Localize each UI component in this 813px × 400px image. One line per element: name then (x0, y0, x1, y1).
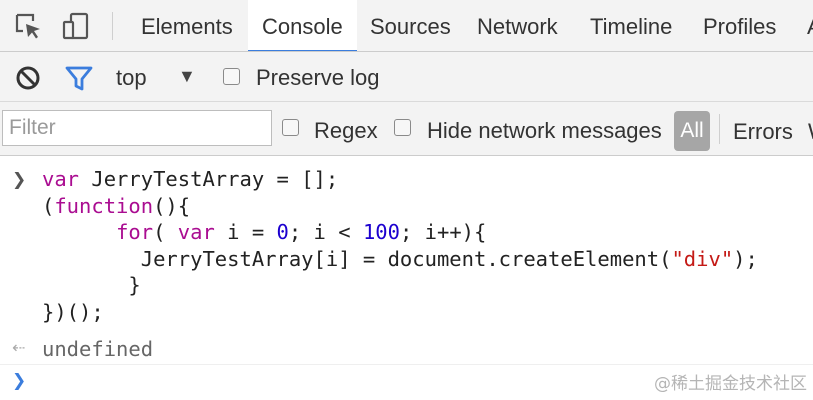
console-result-row: ⇠ undefined (0, 336, 813, 364)
hide-network-label: Hide network messages (427, 118, 662, 143)
regex-checkbox[interactable] (282, 119, 299, 136)
preserve-log-label: Preserve log (256, 65, 380, 90)
code-line-5: } (42, 273, 141, 297)
tab-elements[interactable]: Elements (130, 0, 244, 51)
code-line-6: })(); (42, 299, 104, 324)
level-all-button[interactable]: All (674, 111, 710, 151)
input-prompt-icon: ❯ (12, 170, 27, 190)
code-line-4: JerryTestArray[i] = document.createEleme… (42, 246, 758, 271)
console-input-code: var JerryTestArray = []; (function(){ fo… (42, 166, 758, 325)
tab-timeline[interactable]: Timeline (578, 0, 684, 51)
level-separator (719, 114, 720, 144)
device-mode-icon[interactable] (60, 10, 92, 42)
filter-icon[interactable] (64, 64, 94, 94)
preserve-log-checkbox[interactable] (223, 68, 240, 85)
console-toolbar: top ▼ Preserve log (0, 52, 813, 102)
console-row-divider (0, 364, 813, 365)
context-selector[interactable]: top (116, 65, 147, 91)
code-line-2: (function(){ (42, 193, 191, 218)
code-line-1: var JerryTestArray = []; (42, 167, 339, 191)
console-filter-bar: Regex Hide network messages All Errors W (0, 102, 813, 156)
result-arrow-icon: ⇠ (12, 338, 26, 357)
devtools-tab-bar: Elements Console Sources Network Timelin… (0, 0, 813, 52)
console-prompt-icon[interactable]: ❯ (12, 371, 26, 391)
code-line-3: for( var i = 0; i < 100; i++){ (116, 220, 487, 244)
tab-overflow[interactable]: A (795, 0, 813, 51)
filter-input[interactable] (2, 110, 272, 146)
watermark: @稀土掘金技术社区 (654, 374, 807, 394)
regex-label: Regex (314, 118, 378, 143)
level-warnings-button[interactable]: W (808, 119, 813, 145)
tab-sources[interactable]: Sources (358, 0, 463, 51)
inspect-element-icon[interactable] (12, 10, 44, 42)
context-dropdown-arrow-icon[interactable]: ▼ (178, 66, 196, 87)
tab-console[interactable]: Console (248, 0, 357, 51)
clear-console-icon[interactable] (13, 63, 43, 93)
tab-separator (112, 12, 113, 40)
console-result-value: undefined (42, 337, 154, 361)
level-errors-button[interactable]: Errors (733, 119, 793, 145)
hide-network-checkbox[interactable] (394, 119, 411, 136)
console-output[interactable]: ❯ var JerryTestArray = []; (function(){ … (0, 156, 813, 400)
tab-network[interactable]: Network (465, 0, 570, 51)
tab-profiles[interactable]: Profiles (691, 0, 788, 51)
